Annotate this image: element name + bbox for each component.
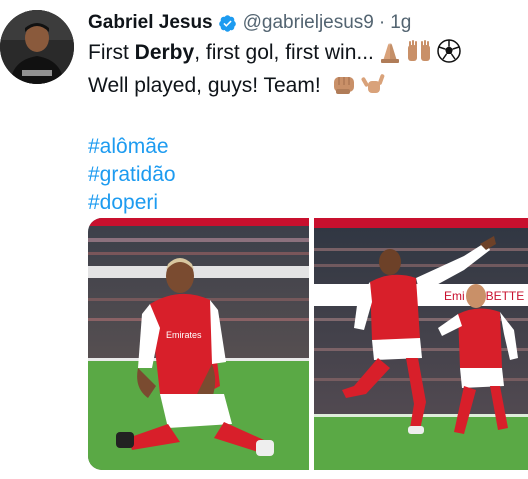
timestamp[interactable]: 1g [390, 10, 411, 36]
separator-dot: · [378, 12, 386, 33]
call-me-hand-emoji [361, 72, 387, 104]
photo-running-celebration[interactable]: Emi AY BETTE [314, 218, 528, 470]
text-line-1: First Derby, first gol, first win... [88, 38, 518, 71]
text-line-2: Well played, guys! Team! [88, 71, 518, 104]
author-name[interactable]: Gabriel Jesus [88, 10, 213, 36]
hashtag-doperi[interactable]: #doperi [88, 189, 518, 217]
tweet-text: First Derby, first gol, first win... Wel… [88, 38, 518, 217]
folded-hands-emoji [377, 39, 403, 71]
hashtag-list: #alômãe #gratidão #doperi [88, 133, 518, 217]
tweet: Gabriel Jesus @gabrieljesus9 · 1g First … [0, 0, 528, 479]
profile-photo [0, 10, 74, 84]
tweet-header: Gabriel Jesus @gabrieljesus9 · 1g [88, 10, 411, 36]
avatar[interactable] [0, 10, 74, 84]
raised-hands-emoji [406, 39, 434, 71]
photo-kneeling-celebration[interactable]: Emirates [88, 218, 309, 470]
verified-badge-icon [218, 14, 236, 32]
jersey-sponsor-text: Emirates [166, 330, 202, 340]
author-handle[interactable]: @gabrieljesus9 [243, 10, 374, 36]
soccer-ball-emoji [437, 39, 461, 71]
hashtag-gratidao[interactable]: #gratidão [88, 161, 518, 189]
fist-bump-emoji [330, 72, 358, 104]
hashtag-alomae[interactable]: #alômãe [88, 133, 518, 161]
tweet-media: Emirates Emi BETTE [88, 218, 528, 470]
